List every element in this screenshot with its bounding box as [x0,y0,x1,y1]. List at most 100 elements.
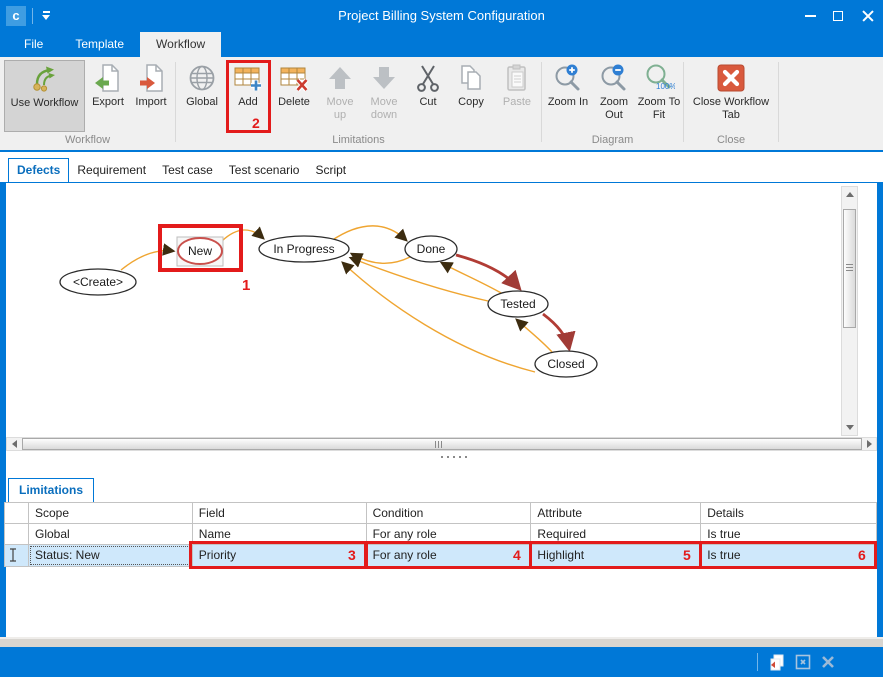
app-icon[interactable]: c [6,6,26,26]
horizontal-scrollbar-thumb[interactable] [22,438,862,450]
cell-attribute[interactable]: Required [531,524,701,544]
table-row[interactable]: Global Name For any role Required Is tru… [5,524,877,545]
cut-button[interactable]: Cut [409,60,447,132]
cut-label: Cut [419,96,436,109]
close-window-button[interactable] [852,0,883,32]
maximize-button[interactable] [824,0,852,32]
cell-attribute[interactable]: Highlight [531,545,701,566]
tab-file[interactable]: File [8,32,59,57]
cell-details[interactable]: Is true [701,545,877,566]
move-up-button[interactable]: Move up [320,60,360,132]
window-title: Project Billing System Configuration [0,0,883,32]
tab-requirement[interactable]: Requirement [69,159,154,182]
zoom-in-button[interactable]: Zoom In [545,60,591,132]
row-header-column [5,503,29,523]
add-button[interactable]: Add [227,60,269,132]
scroll-up-button[interactable] [843,188,856,201]
zoom-fit-badge: 100% [656,82,675,91]
column-header-attribute[interactable]: Attribute [531,503,701,523]
cell-condition[interactable]: For any role [367,524,532,544]
column-header-field[interactable]: Field [193,503,367,523]
state-node-create[interactable]: <Create> [60,269,136,295]
cell-scope[interactable]: Global [29,524,193,544]
state-label-tested: Tested [500,297,535,311]
copy-pages-icon[interactable] [768,653,786,671]
state-label-closed: Closed [547,357,584,371]
zoom-to-fit-button[interactable]: 100% Zoom To Fit [637,60,681,132]
quick-access-chevron-icon[interactable] [42,11,51,21]
state-node-closed[interactable]: Closed [535,351,597,377]
paste-button[interactable]: Paste [495,60,539,132]
row-header-cell[interactable] [5,524,29,544]
panel-splitter-handle[interactable] [441,455,471,459]
cell-field[interactable]: Priority [193,545,367,566]
state-label-in-progress: In Progress [273,242,334,256]
cell-scope[interactable]: Status: New [29,545,193,566]
maximize-icon [833,11,843,21]
column-header-condition[interactable]: Condition [367,503,532,523]
state-node-new[interactable]: New [177,237,223,266]
zoom-to-fit-label: Zoom To Fit [637,96,681,122]
group-label-limitations: Limitations [176,134,541,148]
x-mark-icon[interactable] [819,653,837,671]
zoom-out-label: Zoom Out [593,96,635,122]
close-workflow-tab-button[interactable]: Close Workflow Tab [687,60,775,132]
row-header-cell[interactable] [5,545,29,566]
table-row-selected[interactable]: Status: New Priority For any role Highli… [5,545,877,567]
selection-frame-icon[interactable] [794,653,812,671]
export-label: Export [92,96,124,109]
tab-test-case[interactable]: Test case [154,159,221,182]
add-label: Add [238,96,258,109]
globe-icon [186,62,218,94]
zoom-in-label: Zoom In [548,96,588,109]
copy-button[interactable]: Copy [450,60,492,132]
export-icon [92,62,124,94]
cell-condition[interactable]: For any role [367,545,532,566]
column-header-details[interactable]: Details [701,503,877,523]
state-label-create: <Create> [73,275,123,289]
horizontal-scrollbar[interactable] [6,437,877,451]
tab-test-scenario[interactable]: Test scenario [221,159,308,182]
paste-icon [501,62,533,94]
ribbon-tab-bar: File Template Workflow [0,32,883,57]
state-node-tested[interactable]: Tested [488,291,548,317]
delete-button[interactable]: Delete [271,60,317,132]
scroll-right-button[interactable] [863,438,876,450]
zoom-to-fit-icon: 100% [643,62,675,94]
application-window: Project Billing System Configuration c F… [0,0,883,677]
paste-label: Paste [503,96,531,109]
ribbon-separator [175,62,176,142]
group-label-close: Close [684,134,778,148]
move-down-button[interactable]: Move down [362,60,406,132]
move-up-label: Move up [320,96,360,122]
export-button[interactable]: Export [88,60,128,132]
cut-icon [412,62,444,94]
scroll-left-button[interactable] [8,438,21,450]
global-label: Global [186,96,218,109]
statusbar-separator [757,653,758,671]
copy-icon [455,62,487,94]
import-button[interactable]: Import [130,60,172,132]
import-label: Import [135,96,166,109]
workflow-icon [29,63,61,95]
scroll-down-button[interactable] [843,421,856,434]
tab-script[interactable]: Script [307,159,354,182]
vertical-scrollbar-thumb[interactable] [843,209,856,328]
global-button[interactable]: Global [180,60,224,132]
table-header-row: Scope Field Condition Attribute Details [5,503,877,524]
column-header-scope[interactable]: Scope [29,503,193,523]
use-workflow-button[interactable]: Use Workflow [4,60,85,132]
cell-field[interactable]: Name [193,524,367,544]
zoom-in-icon [552,62,584,94]
minimize-button[interactable] [796,0,824,32]
tab-workflow[interactable]: Workflow [140,32,221,57]
move-up-icon [324,62,356,94]
zoom-out-button[interactable]: Zoom Out [593,60,635,132]
tab-limitations[interactable]: Limitations [8,478,94,502]
cell-details[interactable]: Is true [701,524,877,544]
state-node-done[interactable]: Done [405,236,457,262]
state-node-in-progress[interactable]: In Progress [259,236,349,262]
tab-defects[interactable]: Defects [8,158,69,183]
tab-template[interactable]: Template [59,32,140,57]
vertical-scrollbar[interactable] [841,186,858,436]
